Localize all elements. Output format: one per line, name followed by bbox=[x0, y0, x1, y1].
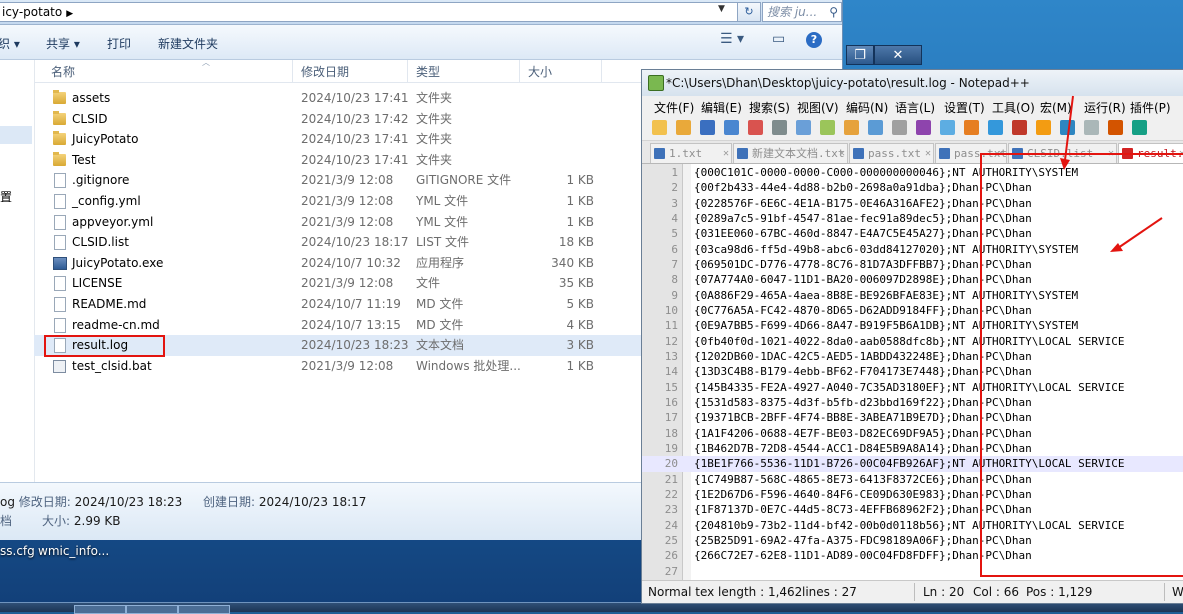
annotation-arrows bbox=[1060, 95, 1163, 252]
annotation-arrow-line bbox=[1064, 95, 1074, 161]
annotation-arrow-line bbox=[1117, 217, 1163, 249]
annotation-arrowhead bbox=[1110, 243, 1123, 252]
annotation-arrowhead bbox=[1060, 158, 1070, 170]
